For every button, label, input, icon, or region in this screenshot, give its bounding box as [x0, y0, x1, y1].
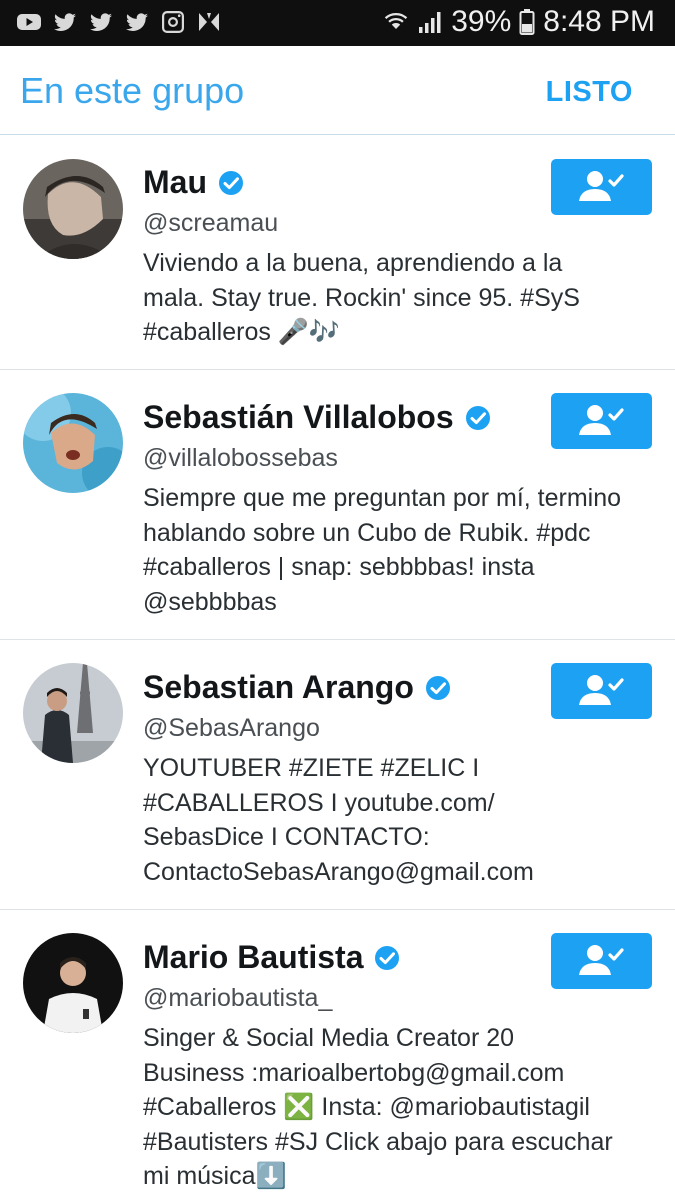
done-button[interactable]: LISTO	[546, 76, 633, 109]
system-status: 39% 8:48 PM	[383, 5, 655, 39]
bio-line: @sebbbbas	[143, 587, 277, 616]
avatar[interactable]	[23, 159, 123, 259]
user-name[interactable]: Sebastian Arango	[143, 669, 414, 706]
page-title: En este grupo	[20, 70, 245, 111]
bio-line: YOUTUBER #ZIETE #ZELIC I	[143, 754, 480, 782]
twitter-icon	[124, 9, 150, 35]
bio-line: Viviendo a la buena, aprendiendo a la	[143, 249, 563, 277]
bio-line: #CABALLEROS I youtube.com/	[143, 788, 495, 817]
bio-line: Siempre que me preguntan por mí, termino	[143, 484, 622, 512]
bio-line: Singer & Social Media Creator 20	[143, 1024, 515, 1052]
verified-badge-icon	[424, 674, 452, 702]
user-bio: Siempre que me preguntan por mí, termino…	[143, 481, 653, 619]
following-button[interactable]	[551, 159, 652, 215]
battery-icon	[519, 9, 535, 35]
user-following-icon	[578, 675, 624, 705]
bio-line: Business :marioalbertobg@gmail.com	[143, 1058, 565, 1087]
bio-line: mala. Stay true. Rockin' since 95. #SyS	[143, 283, 580, 312]
user-row[interactable]: Sebastián Villalobos @villalobossebas Si…	[0, 371, 675, 640]
user-bio: Viviendo a la buena, aprendiendo a la ma…	[143, 246, 653, 350]
verified-badge-icon	[373, 944, 401, 972]
following-button[interactable]	[551, 663, 652, 719]
signal-icon	[419, 12, 441, 33]
instagram-icon	[160, 9, 186, 35]
group-header: En este grupo LISTO	[0, 46, 675, 135]
status-bar: 39% 8:48 PM	[0, 0, 675, 46]
twitter-icon	[52, 9, 78, 35]
wifi-icon	[385, 12, 408, 29]
notification-icons	[16, 9, 222, 35]
user-handle: @mariobautista_	[143, 984, 333, 1012]
verified-badge-icon	[464, 404, 492, 432]
avatar[interactable]	[23, 663, 123, 763]
bio-line: #caballeros 🎤🎶	[143, 318, 341, 346]
battery-percent: 39%	[451, 5, 512, 38]
bio-line: #caballeros | snap: sebbbbas! insta	[143, 553, 535, 581]
following-button[interactable]	[551, 933, 652, 989]
name-line: Sebastián Villalobos	[143, 399, 492, 436]
app-icon	[196, 9, 222, 35]
user-handle: @villalobossebas	[143, 444, 338, 472]
bio-line: SebasDice I CONTACTO:	[143, 823, 430, 851]
verified-badge-icon	[217, 169, 245, 197]
user-bio: Singer & Social Media Creator 20 Busines…	[143, 1021, 653, 1194]
user-row[interactable]: Mau @screamau Viviendo a la buena, apren…	[0, 136, 675, 370]
bio-line: #Bautisters #SJ Click abajo para escucha…	[143, 1127, 613, 1156]
user-name[interactable]: Mario Bautista	[143, 939, 363, 976]
twitter-icon	[88, 9, 114, 35]
user-following-icon	[578, 171, 624, 201]
user-row[interactable]: Mario Bautista @mariobautista_ Singer & …	[0, 911, 675, 1200]
youtube-icon	[16, 9, 42, 35]
name-line: Sebastian Arango	[143, 669, 452, 706]
bio-line: ContactoSebasArango@gmail.com	[143, 857, 534, 886]
name-line: Mau	[143, 164, 245, 201]
avatar[interactable]	[23, 393, 123, 493]
user-name[interactable]: Mau	[143, 164, 207, 201]
clock: 8:48 PM	[543, 5, 655, 38]
user-following-icon	[578, 945, 624, 975]
user-row[interactable]: Sebastian Arango @SebasArango YOUTUBER #…	[0, 641, 675, 910]
user-name[interactable]: Sebastián Villalobos	[143, 399, 454, 436]
bio-line: mi música⬇️	[143, 1162, 287, 1190]
user-following-icon	[578, 405, 624, 435]
avatar[interactable]	[23, 933, 123, 1033]
user-bio: YOUTUBER #ZIETE #ZELIC I #CABALLEROS I y…	[143, 751, 653, 889]
bio-line: hablando sobre un Cubo de Rubik. #pdc	[143, 518, 591, 547]
user-handle: @SebasArango	[143, 714, 320, 742]
name-line: Mario Bautista	[143, 939, 401, 976]
bio-line: #Caballeros ❎ Insta: @mariobautistagil	[143, 1093, 590, 1121]
user-handle: @screamau	[143, 209, 279, 237]
following-button[interactable]	[551, 393, 652, 449]
